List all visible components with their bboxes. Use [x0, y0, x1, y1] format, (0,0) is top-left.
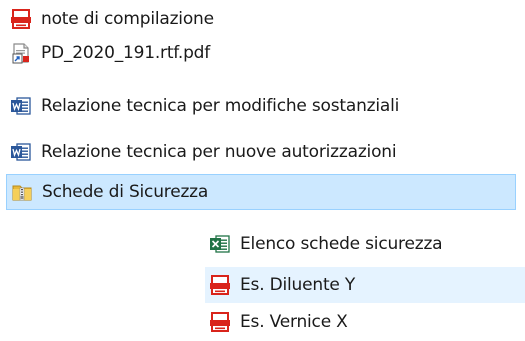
file-item-es-diluente-y[interactable]: Es. Diluente Y: [205, 267, 525, 303]
file-item-relazione-nuove[interactable]: Relazione tecnica per nuove autorizzazio…: [10, 134, 510, 170]
word-document-icon: [10, 141, 32, 163]
file-item-label: Elenco schede sicurezza: [240, 233, 443, 254]
pdf-icon: [10, 8, 32, 30]
zip-folder-icon: [11, 181, 33, 203]
file-item-relazione-modifiche[interactable]: Relazione tecnica per modifiche sostanzi…: [10, 88, 525, 124]
word-document-icon: [10, 95, 32, 117]
file-item-label: Relazione tecnica per nuove autorizzazio…: [41, 141, 397, 162]
file-item-schede-di-sicurezza[interactable]: Schede di Sicurezza: [6, 174, 516, 210]
pdf-shortcut-icon: [10, 42, 32, 64]
file-item-label: Es. Vernice X: [240, 311, 348, 332]
file-item-label: Es. Diluente Y: [240, 274, 356, 295]
file-item-elenco-schede-sicurezza[interactable]: Elenco schede sicurezza: [209, 226, 525, 262]
excel-spreadsheet-icon: [209, 233, 231, 255]
pdf-icon: [209, 274, 231, 296]
file-item-note-di-compilazione[interactable]: note di compilazione: [10, 1, 310, 37]
list-bottom-edge: [0, 332, 525, 341]
file-item-label: Schede di Sicurezza: [42, 181, 209, 202]
file-item-label: PD_2020_191.rtf.pdf: [41, 42, 211, 63]
file-item-label: Relazione tecnica per modifiche sostanzi…: [41, 95, 400, 116]
file-list: note di compilazione PD_2020_191.rtf.pdf: [0, 0, 525, 341]
file-item-label: note di compilazione: [41, 8, 214, 29]
pdf-icon: [209, 311, 231, 333]
file-item-pd-2020-191[interactable]: PD_2020_191.rtf.pdf: [10, 35, 310, 71]
